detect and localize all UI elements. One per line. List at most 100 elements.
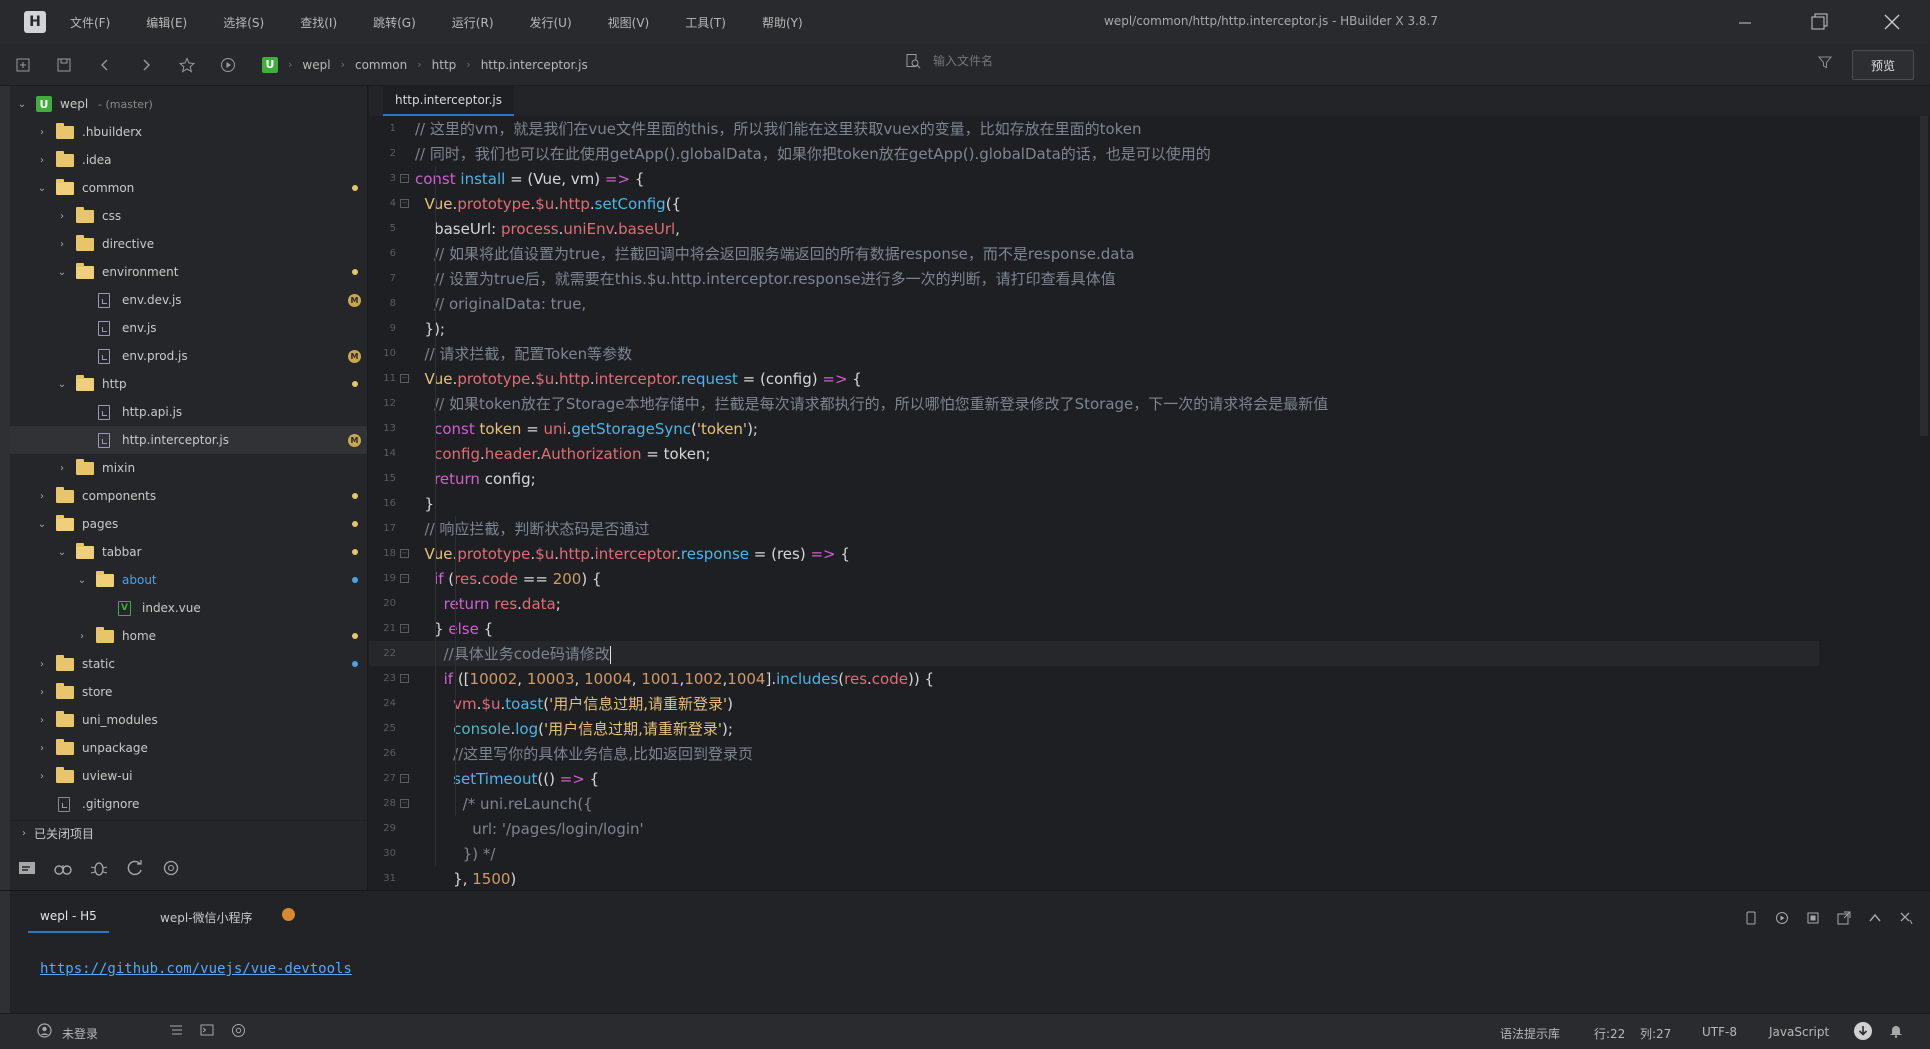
chevron-down-icon[interactable]: ⌄ (76, 574, 88, 586)
menu-help[interactable]: 帮助(Y) (762, 14, 803, 31)
code-line[interactable]: 21− } else { (369, 616, 1819, 641)
debug-bug-icon[interactable] (88, 857, 110, 879)
tree-item-about[interactable]: ⌄ about (10, 566, 367, 594)
chevron-down-icon[interactable]: ⌄ (56, 266, 68, 278)
tree-item-env-js[interactable]: env.js (10, 314, 367, 342)
code-line[interactable]: 2 // 同时，我们也可以在此使用getApp().globalData，如果你把… (369, 141, 1819, 166)
breadcrumb-item[interactable]: common (355, 58, 407, 72)
code-line[interactable]: 20 return res.data; (369, 591, 1819, 616)
cursor-column[interactable]: 列:27 (1640, 1025, 1671, 1042)
breadcrumb-item[interactable]: http.interceptor.js (481, 58, 588, 72)
console-tab-mp-weixin[interactable]: wepl-微信小程序 (160, 901, 252, 933)
tree-item-hbuilderx[interactable]: › .hbuilderx (10, 118, 367, 146)
chevron-right-icon[interactable]: › (56, 462, 68, 474)
code-line[interactable]: 27− setTimeout(() => { (369, 766, 1819, 791)
tree-item-http[interactable]: ⌄ http (10, 370, 367, 398)
code-line[interactable]: 6 // 如果将此值设置为true，拦截回调中将会返回服务端返回的所有数据res… (369, 241, 1819, 266)
run-icon[interactable] (217, 54, 239, 76)
source-control-icon[interactable] (124, 857, 146, 879)
code-line[interactable]: 31 }, 1500) (369, 866, 1819, 890)
menu-run[interactable]: 运行(R) (452, 14, 494, 31)
chevron-right-icon[interactable]: › (36, 658, 48, 670)
back-icon[interactable] (94, 54, 116, 76)
restart-icon[interactable] (1773, 909, 1791, 927)
code-line[interactable]: 22 //具体业务code码请修改 (369, 641, 1819, 666)
open-external-icon[interactable] (1835, 909, 1853, 927)
tree-item-pages[interactable]: ⌄ pages (10, 510, 367, 538)
star-icon[interactable] (176, 54, 198, 76)
chevron-right-icon[interactable]: › (76, 630, 88, 642)
console-output-link[interactable]: https://github.com/vuejs/vue-devtools (40, 961, 352, 977)
chevron-right-icon[interactable]: › (56, 210, 68, 222)
download-icon[interactable] (1853, 1021, 1873, 1045)
code-line[interactable]: 10 // 请求拦截，配置Token等参数 (369, 341, 1819, 366)
language-mode[interactable]: JavaScript (1769, 1025, 1829, 1039)
tree-item-env-dev-js[interactable]: env.dev.js M (10, 286, 367, 314)
close-panel-icon[interactable] (1897, 909, 1915, 927)
fold-toggle-icon[interactable]: − (400, 374, 409, 383)
code-line[interactable]: 19− if (res.code == 200) { (369, 566, 1819, 591)
code-line[interactable]: 24 vm.$u.toast('用户信息过期,请重新登录') (369, 691, 1819, 716)
menu-edit[interactable]: 编辑(E) (146, 14, 187, 31)
menu-publish[interactable]: 发行(U) (530, 14, 572, 31)
menu-find[interactable]: 查找(I) (300, 14, 337, 31)
binoculars-icon[interactable] (52, 857, 74, 879)
chevron-down-icon[interactable]: ⌄ (36, 182, 48, 194)
tree-item-http-api-js[interactable]: http.api.js (10, 398, 367, 426)
code-line[interactable]: 14 config.header.Authorization = token; (369, 441, 1819, 466)
cursor-line[interactable]: 行:22 (1594, 1025, 1625, 1042)
chevron-right-icon[interactable]: › (36, 490, 48, 502)
code-line[interactable]: 13 const token = uni.getStorageSync('tok… (369, 416, 1819, 441)
plugin-status-icon[interactable] (231, 1023, 246, 1042)
code-line[interactable]: 30 }) */ (369, 841, 1819, 866)
tree-item-uview-ui[interactable]: › uview-ui (10, 762, 367, 790)
chevron-up-icon[interactable] (1866, 909, 1884, 927)
tree-item-env-prod-js[interactable]: env.prod.js M (10, 342, 367, 370)
chevron-right-icon[interactable]: › (36, 714, 48, 726)
code-line[interactable]: 18− Vue.prototype.$u.http.interceptor.re… (369, 541, 1819, 566)
tree-item-css[interactable]: › css (10, 202, 367, 230)
device-icon[interactable] (1742, 909, 1760, 927)
chevron-right-icon[interactable]: › (36, 686, 48, 698)
fold-toggle-icon[interactable]: − (400, 624, 409, 633)
tab-http-interceptor[interactable]: http.interceptor.js (383, 86, 515, 116)
maximize-button[interactable] (1799, 6, 1839, 38)
code-line[interactable]: 1 // 这里的vm，就是我们在vue文件里面的this，所以我们能在这里获取vu… (369, 116, 1819, 141)
editor-scrollbar[interactable] (1920, 116, 1928, 436)
tree-item-directive[interactable]: › directive (10, 230, 367, 258)
code-line[interactable]: 16 } (369, 491, 1819, 516)
code-line[interactable]: 5 baseUrl: process.uniEnv.baseUrl, (369, 216, 1819, 241)
tree-item-common[interactable]: ⌄ common (10, 174, 367, 202)
chevron-down-icon[interactable]: ⌄ (56, 378, 68, 390)
fold-toggle-icon[interactable]: − (400, 199, 409, 208)
save-icon[interactable] (53, 54, 75, 76)
code-line[interactable]: 25 console.log('用户信息过期,请重新登录'); (369, 716, 1819, 741)
user-icon[interactable] (37, 1023, 52, 1042)
console-tab-h5[interactable]: wepl - H5 (28, 901, 109, 933)
tree-project-root[interactable]: ⌄ Uwepl - (master) (10, 90, 367, 118)
menu-tools[interactable]: 工具(T) (685, 14, 726, 31)
breadcrumb-item[interactable]: wepl (302, 58, 330, 72)
new-file-icon[interactable] (12, 54, 34, 76)
chevron-right-icon[interactable]: › (36, 742, 48, 754)
tree-item-store[interactable]: › store (10, 678, 367, 706)
tree-item-static[interactable]: › static (10, 650, 367, 678)
terminal-icon[interactable] (200, 1023, 214, 1041)
code-line[interactable]: 23− if ([10002, 10003, 10004, 1001,1002,… (369, 666, 1819, 691)
fold-toggle-icon[interactable]: − (400, 574, 409, 583)
chevron-right-icon[interactable]: › (36, 154, 48, 166)
chevron-down-icon[interactable]: ⌄ (36, 518, 48, 530)
syntax-library[interactable]: 语法提示库 (1500, 1025, 1560, 1042)
close-button[interactable] (1872, 6, 1912, 38)
tree-item-index-vue[interactable]: Vindex.vue (10, 594, 367, 622)
fold-toggle-icon[interactable]: − (400, 674, 409, 683)
stop-icon[interactable] (1804, 909, 1822, 927)
menu-view[interactable]: 视图(V) (608, 14, 650, 31)
code-line[interactable]: 3− const install = (Vue, vm) => { (369, 166, 1819, 191)
tree-item-uni-modules[interactable]: › uni_modules (10, 706, 367, 734)
bell-icon[interactable] (1889, 1023, 1903, 1042)
minimize-button[interactable] (1725, 6, 1765, 38)
chevron-right-icon[interactable]: › (56, 238, 68, 250)
fold-toggle-icon[interactable]: − (400, 549, 409, 558)
code-line[interactable]: 12 // 如果token放在了Storage本地存储中，拦截是每次请求都执行的… (369, 391, 1819, 416)
